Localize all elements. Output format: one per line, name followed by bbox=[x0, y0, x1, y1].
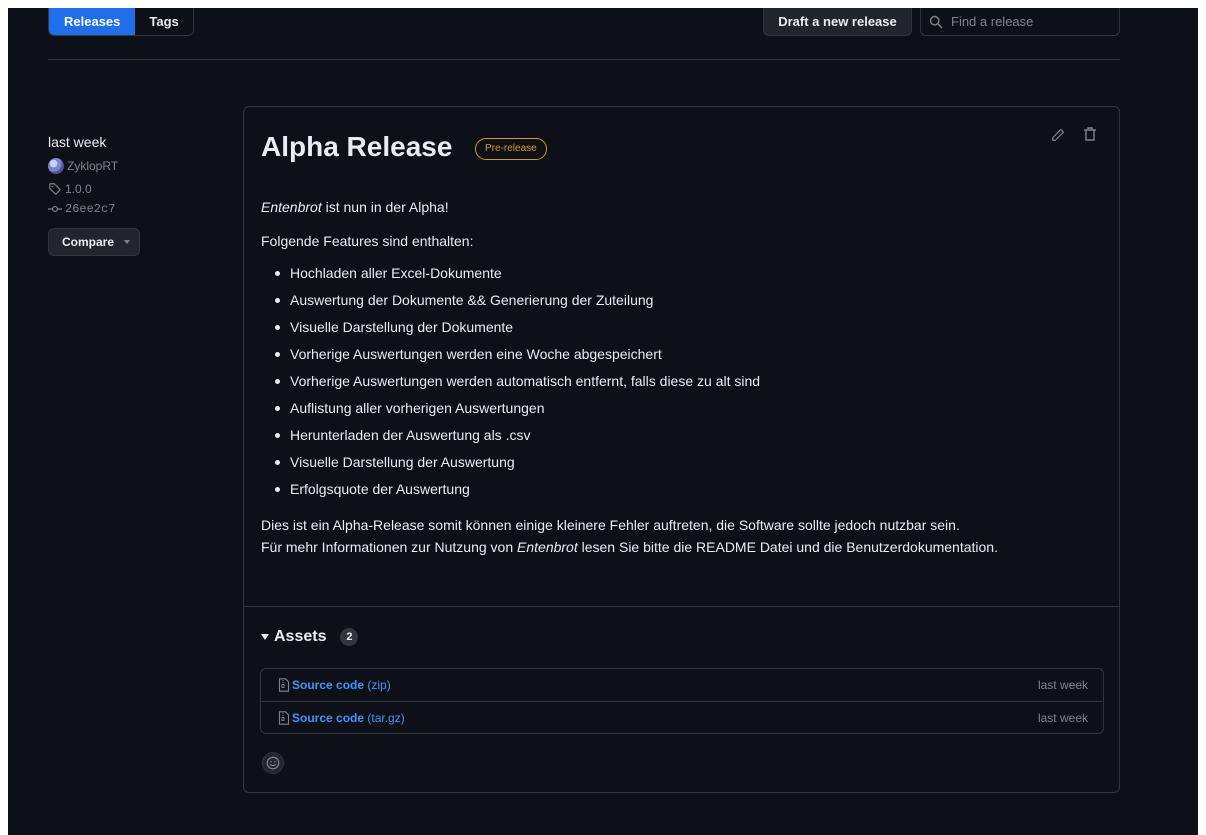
file-zip-icon bbox=[278, 678, 290, 692]
commit-sha[interactable]: 26ee2c7 bbox=[65, 202, 115, 216]
intro-text: ist nun in der Alpha! bbox=[321, 199, 449, 215]
asset-date: last week bbox=[1037, 710, 1088, 725]
asset-name[interactable]: Source code bbox=[292, 711, 364, 725]
tab-tags[interactable]: Tags bbox=[135, 8, 193, 35]
asset-format[interactable]: (zip) bbox=[364, 678, 390, 692]
releases-tags-switch: Releases Tags bbox=[48, 8, 194, 36]
source-code-zip-link[interactable]: Source code (zip) bbox=[292, 678, 391, 692]
release-tag[interactable]: 1.0.0 bbox=[48, 180, 198, 198]
add-reaction-button[interactable] bbox=[262, 752, 284, 774]
author-name[interactable]: ZyklopRT bbox=[67, 159, 118, 173]
draft-new-release-button[interactable]: Draft a new release bbox=[763, 8, 912, 36]
asset-name[interactable]: Source code bbox=[292, 678, 364, 692]
outro-line-2b: lesen Sie bitte die README Datei und die… bbox=[577, 539, 998, 555]
release-notes: Entenbrot ist nun in der Alpha! Folgende… bbox=[261, 197, 1101, 558]
release-author[interactable]: ZyklopRT bbox=[48, 157, 198, 175]
assets-divider bbox=[244, 606, 1119, 607]
smiley-icon bbox=[266, 756, 280, 770]
list-item: Visuelle Darstellung der Auswertung bbox=[275, 452, 1101, 479]
assets-count-badge: 2 bbox=[340, 628, 359, 646]
assets-toggle[interactable]: Assets 2 bbox=[261, 628, 359, 646]
features-heading: Folgende Features sind enthalten: bbox=[261, 233, 474, 249]
pencil-icon[interactable] bbox=[1051, 128, 1065, 142]
product-name: Entenbrot bbox=[517, 539, 578, 555]
assets-title[interactable]: Assets bbox=[274, 628, 326, 646]
outro-paragraph: Dies ist ein Alpha-Release somit können … bbox=[261, 514, 1101, 558]
release-card: Alpha Release Pre-release Entenbrot ist … bbox=[243, 106, 1120, 793]
search-input[interactable] bbox=[949, 13, 1109, 30]
chevron-down-icon bbox=[124, 240, 131, 244]
list-item: Herunterladen der Auswertung als .csv bbox=[275, 425, 1101, 452]
list-item: Auflistung aller vorherigen Auswertungen bbox=[275, 398, 1101, 425]
release-commit[interactable]: 26ee2c7 bbox=[48, 200, 198, 218]
list-item: Visuelle Darstellung der Dokumente bbox=[275, 317, 1101, 344]
asset-row-zip: Source code (zip) last week bbox=[261, 669, 1103, 701]
find-release-search[interactable] bbox=[920, 8, 1120, 36]
asset-format[interactable]: (tar.gz) bbox=[364, 711, 404, 725]
list-item: Erfolgsquote der Auswertung bbox=[275, 479, 1101, 506]
product-name: Entenbrot bbox=[261, 199, 322, 215]
release-meta: last week ZyklopRT 1.0.0 26ee2c7 Compare bbox=[48, 132, 198, 256]
outro-line-2a: Für mehr Informationen zur Nutzung von bbox=[261, 539, 518, 555]
intro-paragraph: Entenbrot ist nun in der Alpha! bbox=[261, 197, 1101, 217]
feature-list: Hochladen aller Excel-Dokumente Auswertu… bbox=[261, 263, 1101, 506]
commit-icon bbox=[48, 205, 62, 213]
list-item: Vorherige Auswertungen werden eine Woche… bbox=[275, 344, 1101, 371]
release-date: last week bbox=[48, 134, 107, 150]
prerelease-badge: Pre-release bbox=[475, 138, 547, 160]
release-title[interactable]: Alpha Release bbox=[261, 129, 452, 165]
tag-name[interactable]: 1.0.0 bbox=[65, 182, 92, 196]
list-item: Hochladen aller Excel-Dokumente bbox=[275, 263, 1101, 290]
tag-icon bbox=[49, 183, 61, 195]
header-divider bbox=[48, 59, 1120, 60]
search-icon bbox=[929, 15, 943, 28]
outro-line-1: Dies ist ein Alpha-Release somit können … bbox=[261, 517, 960, 533]
asset-date: last week bbox=[1037, 678, 1088, 692]
assets-list: Source code (zip) last week Source code … bbox=[260, 668, 1104, 734]
compare-label: Compare bbox=[62, 235, 115, 249]
list-item: Vorherige Auswertungen werden automatisc… bbox=[275, 371, 1101, 398]
avatar[interactable] bbox=[48, 158, 64, 174]
asset-row-targz: Source code (tar.gz) last week bbox=[261, 701, 1103, 733]
triangle-down-icon bbox=[261, 634, 269, 640]
trash-icon[interactable] bbox=[1083, 126, 1097, 142]
compare-button[interactable]: Compare bbox=[48, 228, 140, 256]
list-item: Auswertung der Dokumente && Generierung … bbox=[275, 290, 1101, 317]
tab-releases[interactable]: Releases bbox=[49, 8, 136, 35]
releases-page: Releases Tags Draft a new release last w… bbox=[8, 8, 1198, 835]
file-zip-icon bbox=[278, 710, 290, 725]
source-code-targz-link[interactable]: Source code (tar.gz) bbox=[292, 711, 405, 725]
